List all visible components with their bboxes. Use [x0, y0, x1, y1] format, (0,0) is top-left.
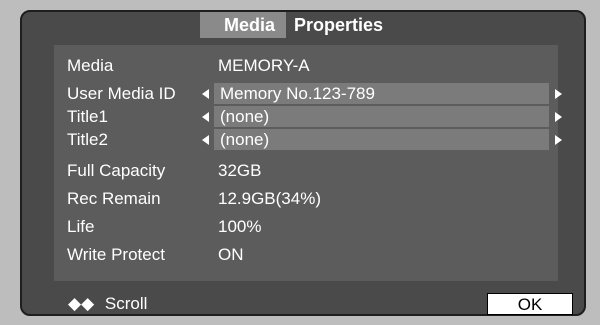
row-full-capacity: Full Capacity 32GB: [54, 160, 558, 182]
left-right-arrows-icon: ◆◆: [68, 294, 95, 313]
tab-properties[interactable]: Properties: [294, 12, 383, 38]
tab-media[interactable]: Media: [200, 12, 286, 38]
arrow-right-icon[interactable]: [555, 135, 562, 145]
scroll-hint: ◆◆ Scroll: [68, 294, 147, 314]
media-properties-window: Media Properties Media MEMORY-A User Med…: [20, 10, 586, 316]
row-value: MEMORY-A: [218, 56, 310, 75]
row-label: Title1: [67, 107, 108, 126]
arrow-left-icon[interactable]: [202, 112, 209, 122]
row-media: Media MEMORY-A: [54, 55, 558, 77]
row-value: (none): [220, 130, 270, 149]
row-label: User Media ID: [67, 84, 176, 103]
row-value: Memory No.123-789: [220, 84, 375, 103]
row-write-protect: Write Protect ON: [54, 244, 558, 266]
row-value: 12.9GB(34%): [218, 189, 321, 208]
ok-button[interactable]: OK: [487, 293, 573, 315]
row-user-media-id[interactable]: User Media ID Memory No.123-789: [54, 83, 562, 105]
arrow-left-icon[interactable]: [202, 135, 209, 145]
row-label: Rec Remain: [67, 189, 161, 208]
row-title2[interactable]: Title2 (none): [54, 129, 562, 151]
tab-bar: Media Properties: [54, 12, 558, 38]
user-media-id-field[interactable]: Memory No.123-789: [214, 83, 549, 104]
arrow-left-icon[interactable]: [202, 89, 209, 99]
row-label: Full Capacity: [67, 161, 166, 180]
row-label: Title2: [67, 130, 108, 149]
scroll-label: Scroll: [104, 294, 148, 313]
row-rec-remain: Rec Remain 12.9GB(34%): [54, 188, 558, 210]
row-title1[interactable]: Title1 (none): [54, 106, 562, 128]
row-value: ON: [218, 245, 244, 264]
title2-field[interactable]: (none): [214, 129, 549, 150]
row-life: Life 100%: [54, 216, 558, 238]
row-label: Write Protect: [67, 245, 165, 264]
properties-panel: Media MEMORY-A User Media ID Memory No.1…: [54, 45, 562, 281]
row-value: (none): [220, 107, 270, 126]
row-label: Media: [67, 56, 114, 75]
arrow-right-icon[interactable]: [555, 112, 562, 122]
footer: ◆◆ Scroll OK: [54, 292, 573, 318]
title1-field[interactable]: (none): [214, 106, 549, 127]
row-label: Life: [67, 217, 95, 236]
row-value: 32GB: [218, 161, 262, 180]
row-value: 100%: [218, 217, 262, 236]
arrow-right-icon[interactable]: [555, 89, 562, 99]
